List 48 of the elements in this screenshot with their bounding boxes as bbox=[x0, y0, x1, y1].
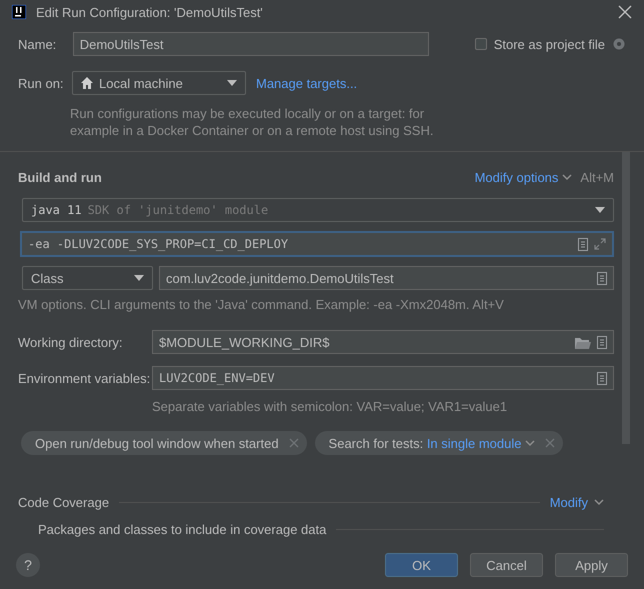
option-chip[interactable]: Open run/debug tool window when started bbox=[21, 431, 307, 455]
dropdown-arrow-icon bbox=[134, 275, 144, 281]
shortcut-label: Alt+M bbox=[580, 170, 614, 185]
home-icon bbox=[81, 77, 93, 89]
hint-text: Separate variables with semicolon: VAR=value; VAR1=value1 bbox=[152, 399, 508, 414]
close-icon[interactable] bbox=[618, 5, 632, 19]
field-label: Run on: bbox=[18, 76, 65, 90]
chevron-down-icon bbox=[525, 440, 536, 446]
window-title: Edit Run Configuration: 'DemoUtilsTest' bbox=[36, 4, 264, 20]
document-icon bbox=[578, 238, 588, 250]
folder-icon bbox=[575, 336, 591, 348]
document-icon bbox=[597, 372, 607, 384]
chevron-down-icon bbox=[594, 499, 604, 506]
dialog-button[interactable]: Apply bbox=[555, 553, 628, 577]
dropdown-arrow-icon bbox=[227, 80, 237, 86]
vm-options-field[interactable]: -ea -DLUV2CODE_SYS_PROP=CI_CD_DEPLOY bbox=[20, 231, 614, 257]
option-chip[interactable]: Search for tests: In single module bbox=[314, 431, 564, 455]
checkbox-label: Store as project file bbox=[494, 36, 605, 52]
document-icon bbox=[597, 272, 607, 284]
help-button[interactable]: ? bbox=[16, 553, 40, 577]
close-icon bbox=[288, 438, 299, 448]
working-directory-field[interactable]: $MODULE_WORKING_DIR$ bbox=[152, 330, 614, 354]
run-target-dropdown[interactable]: Local machine bbox=[72, 71, 246, 95]
environment-variables-field[interactable]: LUV2CODE_ENV=DEV bbox=[152, 366, 614, 390]
section-title: Build and run bbox=[18, 170, 103, 185]
subsection-title: Packages and classes to include in coverage data bbox=[38, 522, 326, 537]
class-field[interactable]: com.luv2code.junitdemo.DemoUtilsTest bbox=[159, 266, 614, 290]
name-field[interactable]: DemoUtilsTest bbox=[72, 32, 429, 56]
field-label: Environment variables: bbox=[18, 370, 152, 386]
close-icon bbox=[545, 438, 556, 448]
dialog-button[interactable]: OK bbox=[385, 553, 458, 577]
field-label: Name: bbox=[18, 36, 58, 52]
modify-link[interactable]: Modify bbox=[550, 495, 588, 510]
dialog-button[interactable]: Cancel bbox=[470, 553, 543, 577]
checkbox[interactable] bbox=[474, 38, 487, 50]
jre-dropdown[interactable]: java 11 SDK of 'junitdemo' module bbox=[22, 198, 614, 222]
field-label: Working directory: bbox=[18, 334, 124, 350]
chevron-down-icon bbox=[562, 174, 572, 181]
expand-icon bbox=[594, 238, 606, 250]
document-icon bbox=[597, 336, 607, 348]
modify-options-link[interactable]: Modify options bbox=[474, 170, 558, 185]
app-icon bbox=[12, 5, 26, 19]
hint-text: VM options. CLI arguments to the 'Java' command. Example: -ea -Xmx2048m. Alt+V bbox=[18, 297, 505, 312]
manage-targets-link[interactable]: Manage targets... bbox=[256, 76, 358, 90]
description-text: Run configurations may be executed locally or on a target: for example in a Docker Container or on a remote host using SSH. bbox=[70, 105, 434, 139]
test-kind-dropdown[interactable]: Class bbox=[22, 266, 153, 290]
dropdown-arrow-icon bbox=[595, 207, 605, 213]
section-title: Code Coverage bbox=[18, 495, 110, 510]
